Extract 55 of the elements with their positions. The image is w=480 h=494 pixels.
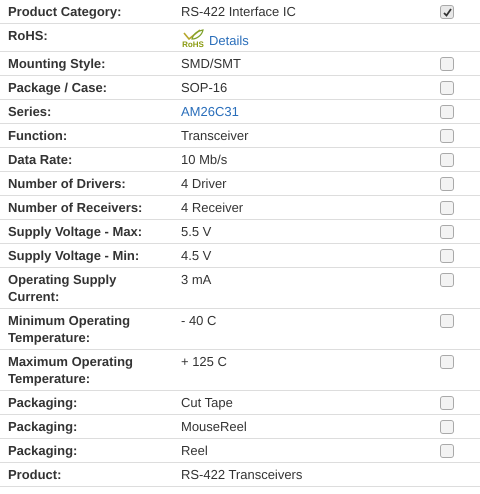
leaf-icon	[182, 29, 204, 41]
value-text: 4 Driver	[181, 175, 227, 192]
value-text: 4.5 V	[181, 247, 212, 264]
value-text: 10 Mb/s	[181, 151, 228, 168]
value-text: 4 Receiver	[181, 199, 244, 216]
attribute-label: Product:	[8, 466, 62, 483]
filter-checkbox[interactable]	[440, 177, 454, 191]
filter-checkbox[interactable]	[440, 355, 454, 369]
filter-checkbox[interactable]	[440, 249, 454, 263]
attribute-label: Maximum Operating Temperature:	[8, 353, 134, 387]
attribute-label: Supply Voltage - Max:	[8, 223, 144, 240]
filter-checkbox[interactable]	[440, 201, 454, 215]
attribute-label: Packaging:	[8, 418, 78, 435]
value-text: RS-422 Interface IC	[181, 3, 296, 20]
attribute-label: Packaging:	[8, 442, 78, 459]
attribute-label: Product Category:	[8, 3, 122, 20]
details-link[interactable]: Details	[209, 32, 249, 49]
attribute-label: Operating Supply Current:	[8, 271, 118, 305]
attribute-label: Number of Drivers:	[8, 175, 127, 192]
filter-checkbox[interactable]	[440, 444, 454, 458]
filter-checkbox[interactable]	[440, 153, 454, 167]
filter-checkbox[interactable]	[440, 273, 454, 287]
value-text: RS-422 Transceivers	[181, 466, 302, 483]
checkmark-icon	[442, 8, 452, 16]
value-text: 5.5 V	[181, 223, 212, 240]
filter-checkbox[interactable]	[440, 225, 454, 239]
filter-checkbox[interactable]	[440, 396, 454, 410]
filter-checkbox[interactable]	[440, 5, 454, 19]
value-text: SMD/SMT	[181, 55, 241, 72]
filter-checkbox[interactable]	[440, 314, 454, 328]
value-text: + 125 C	[181, 353, 227, 370]
value-text: MouseReel	[181, 418, 247, 435]
attribute-label: Package / Case:	[8, 79, 108, 96]
filter-checkbox[interactable]	[440, 420, 454, 434]
value-link[interactable]: AM26C31	[181, 103, 239, 120]
filter-checkbox[interactable]	[440, 81, 454, 95]
filter-checkbox[interactable]	[440, 57, 454, 71]
value-text: 3 mA	[181, 271, 212, 288]
attribute-label: Data Rate:	[8, 151, 74, 168]
attribute-label: Mounting Style:	[8, 55, 106, 72]
attribute-label: Supply Voltage - Min:	[8, 247, 140, 264]
attribute-label: Function:	[8, 127, 68, 144]
value-text: SOP-16	[181, 79, 228, 96]
attribute-label: Series:	[8, 103, 52, 120]
attribute-label: Packaging:	[8, 394, 78, 411]
filter-checkbox[interactable]	[440, 129, 454, 143]
value-text: Cut Tape	[181, 394, 233, 411]
value-text: Reel	[181, 442, 208, 459]
rohs-label: RoHS	[182, 41, 204, 49]
filter-checkbox[interactable]	[440, 105, 454, 119]
attribute-label: Number of Receivers:	[8, 199, 144, 216]
value-text: Transceiver	[181, 127, 248, 144]
attribute-label: Minimum Operating Temperature:	[8, 312, 132, 346]
value-text: - 40 C	[181, 312, 216, 329]
attribute-label: RoHS:	[8, 27, 49, 44]
